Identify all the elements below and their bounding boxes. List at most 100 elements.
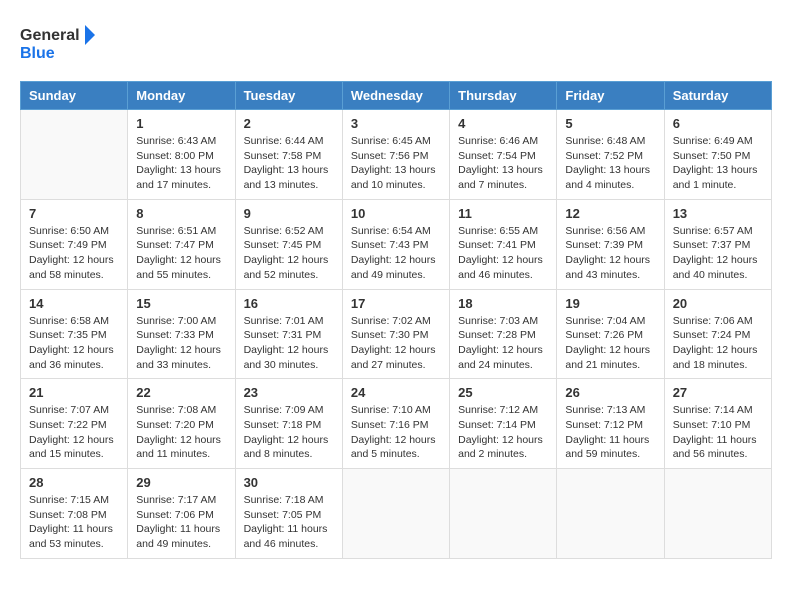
day-number: 26 [565,385,655,400]
calendar-cell: 20Sunrise: 7:06 AM Sunset: 7:24 PM Dayli… [664,289,771,379]
day-number: 11 [458,206,548,221]
calendar-cell: 27 Sunrise: 7:14 AM Sunset: 7:10 PM Dayli… [664,379,771,469]
day-info: Sunrise: 7:12 AM Sunset: 7:14 PM Dayligh… [458,403,548,462]
calendar-cell: 8 Sunrise: 6:51 AM Sunset: 7:47 PM Daylig… [128,199,235,289]
header-row: SundayMondayTuesdayWednesdayThursdayFrid… [21,82,772,110]
day-info: Sunrise: 7:00 AM Sunset: 7:33 PM Dayligh… [136,314,226,373]
day-info: Sunrise: 6:56 AM Sunset: 7:39 PM Dayligh… [565,224,655,283]
calendar-header: SundayMondayTuesdayWednesdayThursdayFrid… [21,82,772,110]
calendar-week-3: 14 Sunrise: 6:58 AM Sunset: 7:35 PM Dayli… [21,289,772,379]
day-info: Sunrise: 6:45 AM Sunset: 7:56 PM Dayligh… [351,134,441,193]
day-info: Sunrise: 7:03 AM Sunset: 7:28 PM Dayligh… [458,314,548,373]
day-info: Sunrise: 7:15 AM Sunset: 7:08 PM Dayligh… [29,493,119,552]
day-number: 15 [136,296,226,311]
day-number: 1 [136,116,226,131]
day-number: 6 [673,116,763,131]
day-number: 23 [244,385,334,400]
calendar-cell: 19Sunrise: 7:04 AM Sunset: 7:26 PM Dayli… [557,289,664,379]
calendar-week-2: 7 Sunrise: 6:50 AM Sunset: 7:49 PM Daylig… [21,199,772,289]
day-info: Sunrise: 6:54 AM Sunset: 7:43 PM Dayligh… [351,224,441,283]
day-info: Sunrise: 7:17 AM Sunset: 7:06 PM Dayligh… [136,493,226,552]
calendar-cell: 25 Sunrise: 7:12 AM Sunset: 7:14 PM Dayli… [450,379,557,469]
calendar: SundayMondayTuesdayWednesdayThursdayFrid… [20,81,772,559]
header-cell-sunday: Sunday [21,82,128,110]
calendar-cell [21,110,128,200]
day-info: Sunrise: 6:52 AM Sunset: 7:45 PM Dayligh… [244,224,334,283]
calendar-week-1: 1 Sunrise: 6:43 AM Sunset: 8:00 PM Daylig… [21,110,772,200]
day-number: 8 [136,206,226,221]
day-info: Sunrise: 6:57 AM Sunset: 7:37 PM Dayligh… [673,224,763,283]
calendar-cell: 18Sunrise: 7:03 AM Sunset: 7:28 PM Dayli… [450,289,557,379]
day-number: 7 [29,206,119,221]
calendar-cell: 9 Sunrise: 6:52 AM Sunset: 7:45 PM Daylig… [235,199,342,289]
day-info: Sunrise: 6:48 AM Sunset: 7:52 PM Dayligh… [565,134,655,193]
calendar-cell: 5 Sunrise: 6:48 AM Sunset: 7:52 PM Daylig… [557,110,664,200]
calendar-cell: 29 Sunrise: 7:17 AM Sunset: 7:06 PM Dayli… [128,469,235,559]
calendar-body: 1 Sunrise: 6:43 AM Sunset: 8:00 PM Daylig… [21,110,772,559]
day-number: 17 [351,296,441,311]
calendar-cell: 28Sunrise: 7:15 AM Sunset: 7:08 PM Dayli… [21,469,128,559]
calendar-week-4: 21Sunrise: 7:07 AM Sunset: 7:22 PM Dayli… [21,379,772,469]
logo-svg: GeneralBlue [20,20,100,65]
calendar-cell: 23 Sunrise: 7:09 AM Sunset: 7:18 PM Dayli… [235,379,342,469]
header-cell-wednesday: Wednesday [342,82,449,110]
day-info: Sunrise: 6:43 AM Sunset: 8:00 PM Dayligh… [136,134,226,193]
calendar-cell: 12 Sunrise: 6:56 AM Sunset: 7:39 PM Dayli… [557,199,664,289]
day-number: 5 [565,116,655,131]
day-info: Sunrise: 7:08 AM Sunset: 7:20 PM Dayligh… [136,403,226,462]
calendar-cell: 2 Sunrise: 6:44 AM Sunset: 7:58 PM Daylig… [235,110,342,200]
calendar-cell: 7 Sunrise: 6:50 AM Sunset: 7:49 PM Daylig… [21,199,128,289]
calendar-cell: 14 Sunrise: 6:58 AM Sunset: 7:35 PM Dayli… [21,289,128,379]
day-number: 30 [244,475,334,490]
day-info: Sunrise: 7:10 AM Sunset: 7:16 PM Dayligh… [351,403,441,462]
day-number: 24 [351,385,441,400]
calendar-cell: 15 Sunrise: 7:00 AM Sunset: 7:33 PM Dayli… [128,289,235,379]
day-info: Sunrise: 6:58 AM Sunset: 7:35 PM Dayligh… [29,314,119,373]
day-number: 9 [244,206,334,221]
day-info: Sunrise: 7:06 AM Sunset: 7:24 PM Dayligh… [673,314,763,373]
day-number: 13 [673,206,763,221]
calendar-cell: 30 Sunrise: 7:18 AM Sunset: 7:05 PM Dayli… [235,469,342,559]
day-number: 21 [29,385,119,400]
day-number: 2 [244,116,334,131]
day-info: Sunrise: 6:44 AM Sunset: 7:58 PM Dayligh… [244,134,334,193]
day-info: Sunrise: 6:46 AM Sunset: 7:54 PM Dayligh… [458,134,548,193]
calendar-cell: 4 Sunrise: 6:46 AM Sunset: 7:54 PM Daylig… [450,110,557,200]
day-number: 22 [136,385,226,400]
calendar-cell: 26 Sunrise: 7:13 AM Sunset: 7:12 PM Dayli… [557,379,664,469]
day-info: Sunrise: 6:50 AM Sunset: 7:49 PM Dayligh… [29,224,119,283]
day-number: 10 [351,206,441,221]
calendar-cell [664,469,771,559]
day-number: 3 [351,116,441,131]
day-number: 4 [458,116,548,131]
calendar-cell [342,469,449,559]
day-number: 12 [565,206,655,221]
calendar-week-5: 28Sunrise: 7:15 AM Sunset: 7:08 PM Dayli… [21,469,772,559]
day-number: 27 [673,385,763,400]
calendar-cell [450,469,557,559]
calendar-cell: 6Sunrise: 6:49 AM Sunset: 7:50 PM Daylig… [664,110,771,200]
header: GeneralBlue [20,20,772,65]
calendar-cell: 10 Sunrise: 6:54 AM Sunset: 7:43 PM Dayli… [342,199,449,289]
day-number: 16 [244,296,334,311]
day-number: 25 [458,385,548,400]
day-info: Sunrise: 7:01 AM Sunset: 7:31 PM Dayligh… [244,314,334,373]
day-number: 29 [136,475,226,490]
day-info: Sunrise: 7:09 AM Sunset: 7:18 PM Dayligh… [244,403,334,462]
calendar-cell: 17 Sunrise: 7:02 AM Sunset: 7:30 PM Dayli… [342,289,449,379]
day-number: 14 [29,296,119,311]
day-info: Sunrise: 7:13 AM Sunset: 7:12 PM Dayligh… [565,403,655,462]
day-info: Sunrise: 7:02 AM Sunset: 7:30 PM Dayligh… [351,314,441,373]
day-info: Sunrise: 7:04 AM Sunset: 7:26 PM Dayligh… [565,314,655,373]
calendar-cell: 24 Sunrise: 7:10 AM Sunset: 7:16 PM Dayli… [342,379,449,469]
logo: GeneralBlue [20,20,100,65]
svg-text:Blue: Blue [20,45,55,62]
day-info: Sunrise: 7:14 AM Sunset: 7:10 PM Dayligh… [673,403,763,462]
day-info: Sunrise: 7:18 AM Sunset: 7:05 PM Dayligh… [244,493,334,552]
calendar-cell: 16 Sunrise: 7:01 AM Sunset: 7:31 PM Dayli… [235,289,342,379]
header-cell-friday: Friday [557,82,664,110]
calendar-cell: 1 Sunrise: 6:43 AM Sunset: 8:00 PM Daylig… [128,110,235,200]
calendar-cell: 22 Sunrise: 7:08 AM Sunset: 7:20 PM Dayli… [128,379,235,469]
day-info: Sunrise: 6:51 AM Sunset: 7:47 PM Dayligh… [136,224,226,283]
calendar-cell: 13 Sunrise: 6:57 AM Sunset: 7:37 PM Dayli… [664,199,771,289]
